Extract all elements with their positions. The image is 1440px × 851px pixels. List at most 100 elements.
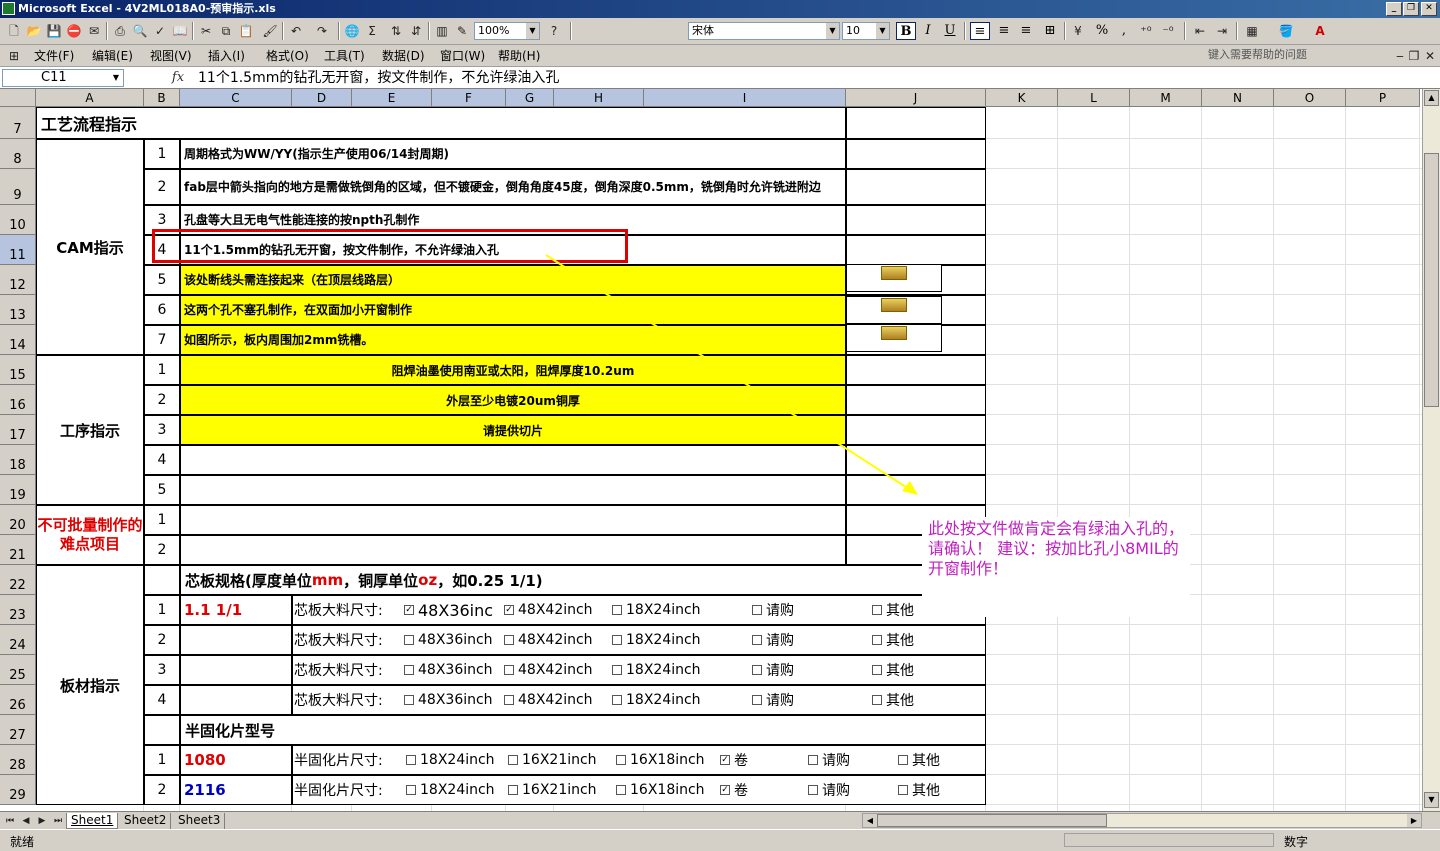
formula-input[interactable]: 11个1.5mm的钻孔无开窗，按文件制作，不允许绿油入孔 [198, 69, 559, 87]
cell-J[interactable] [846, 205, 986, 235]
process-item-text[interactable] [180, 475, 846, 505]
cam-item-number[interactable]: 2 [144, 169, 180, 205]
checkbox-icon[interactable] [406, 755, 416, 765]
new-icon[interactable]: 🗋 [6, 23, 22, 39]
cam-item-text[interactable]: fab层中箭头指向的地方是需做铣倒角的区域，但不镀硬金，倒角角度45度，倒角深度… [180, 169, 846, 205]
column-header-M[interactable]: M [1130, 89, 1202, 107]
prev-sheet-icon[interactable]: ◀ [18, 813, 34, 829]
column-header-A[interactable]: A [36, 89, 144, 107]
option-checkbox[interactable]: 48X36inch [404, 655, 493, 685]
checkbox-icon[interactable] [872, 695, 882, 705]
option-checkbox[interactable]: 请购 [752, 655, 794, 685]
column-header-F[interactable]: F [432, 89, 506, 107]
column-header-O[interactable]: O [1274, 89, 1346, 107]
option-checkbox[interactable]: 请购 [752, 625, 794, 655]
scroll-down-icon[interactable]: ▼ [1424, 792, 1439, 808]
select-all-corner[interactable] [0, 89, 36, 107]
option-checkbox[interactable]: 48X36inch [404, 685, 493, 715]
row-header-26[interactable]: 26 [0, 685, 36, 715]
process-item-text[interactable]: 阻焊油墨使用南亚或太阳，阻焊厚度10.2um [180, 355, 846, 385]
process-item-number[interactable]: 3 [144, 415, 180, 445]
checkbox-icon[interactable]: ✓ [404, 605, 414, 615]
column-header-I[interactable]: I [644, 89, 846, 107]
checkbox-icon[interactable] [808, 755, 818, 765]
cam-item-text[interactable]: 该处断线头需连接起来（在顶层线路层） [180, 265, 846, 295]
material-spec[interactable] [180, 625, 292, 655]
function-icon[interactable]: fx [168, 69, 188, 87]
pp-title[interactable]: 半固化片型号 [180, 715, 986, 745]
increase-indent-icon[interactable]: ⇥ [1214, 23, 1230, 39]
option-checkbox[interactable]: 其他 [872, 595, 914, 625]
option-checkbox[interactable]: 48X42inch [504, 625, 593, 655]
cam-item-number[interactable]: 1 [144, 139, 180, 169]
option-checkbox[interactable]: 16X21inch [508, 745, 597, 775]
row-header-27[interactable]: 27 [0, 715, 36, 745]
help-icon[interactable]: ? [546, 23, 562, 39]
open-icon[interactable]: 📂 [26, 23, 42, 39]
menu-insert[interactable]: 插入(I) [208, 48, 245, 64]
align-left-icon[interactable]: ≡ [970, 22, 990, 40]
checkbox-icon[interactable] [404, 665, 414, 675]
material-label[interactable]: 板材指示 [36, 565, 144, 805]
material-spec[interactable] [180, 685, 292, 715]
next-sheet-icon[interactable]: ▶ [34, 813, 50, 829]
row-header-25[interactable]: 25 [0, 655, 36, 685]
cam-item-text[interactable]: 周期格式为WW/YY(指示生产使用06/14封周期) [180, 139, 846, 169]
checkbox-icon[interactable] [404, 695, 414, 705]
tab-sheet3[interactable]: Sheet3 [174, 813, 226, 829]
option-checkbox[interactable]: 48X36inch [404, 625, 493, 655]
checkbox-icon[interactable] [508, 785, 518, 795]
row-header-11[interactable]: 11 [0, 235, 36, 265]
option-checkbox[interactable]: 请购 [752, 595, 794, 625]
checkbox-icon[interactable] [872, 665, 882, 675]
option-checkbox[interactable]: 16X18inch [616, 775, 705, 805]
cell-J[interactable] [846, 415, 986, 445]
embedded-object-icon[interactable] [846, 264, 942, 292]
tab-sheet2[interactable]: Sheet2 [120, 813, 172, 829]
option-checkbox[interactable]: 请购 [808, 745, 850, 775]
difficult-item-text[interactable] [180, 505, 846, 535]
option-checkbox[interactable]: 其他 [872, 625, 914, 655]
checkbox-icon[interactable] [616, 755, 626, 765]
section-header[interactable]: 工艺流程指示 [36, 107, 846, 139]
column-header-C[interactable]: C [180, 89, 292, 107]
material-item-number[interactable]: 2 [144, 775, 180, 805]
difficult-label[interactable]: 不可批量制作的难点项目 [36, 505, 144, 565]
checkbox-icon[interactable] [808, 785, 818, 795]
option-checkbox[interactable]: 48X42inch [504, 685, 593, 715]
align-right-icon[interactable]: ≡ [1016, 22, 1036, 40]
worksheet-grid[interactable]: ABCDEFGHIJKLMNOP 7 8 9 10 11 12 13 14 15 16 17 18 19… [0, 89, 1422, 811]
row-header-16[interactable]: 16 [0, 385, 36, 415]
row-header-9[interactable]: 9 [0, 169, 36, 205]
cam-label[interactable]: CAM指示 [36, 139, 144, 355]
help-search-input[interactable]: 键入需要帮助的问题 [1208, 47, 1388, 64]
option-checkbox[interactable]: ✓ 48X42inch [504, 595, 593, 625]
checkbox-icon[interactable] [612, 605, 622, 615]
last-sheet-icon[interactable]: ⏭ [50, 813, 66, 829]
cam-item-number[interactable]: 5 [144, 265, 180, 295]
cell-J[interactable] [846, 355, 986, 385]
row-header-10[interactable]: 10 [0, 205, 36, 235]
checkbox-icon[interactable] [752, 665, 762, 675]
bold-button[interactable]: B [896, 22, 916, 40]
align-center-icon[interactable]: ≡ [994, 22, 1014, 40]
row-header-23[interactable]: 23 [0, 595, 36, 625]
cam-item-text[interactable]: 如图所示，板内周围加2mm铣槽。 [180, 325, 846, 355]
option-checkbox[interactable]: 48X42inch [504, 655, 593, 685]
cell-J[interactable] [846, 445, 986, 475]
column-header-P[interactable]: P [1346, 89, 1420, 107]
option-checkbox[interactable]: 18X24inch [406, 775, 495, 805]
column-header-N[interactable]: N [1202, 89, 1274, 107]
tab-sheet1[interactable]: Sheet1 [66, 813, 119, 829]
italic-button[interactable]: I [918, 22, 938, 40]
cam-item-number[interactable]: 6 [144, 295, 180, 325]
material-item-number[interactable]: 4 [144, 685, 180, 715]
decrease-decimal-icon[interactable]: ⁻⁰ [1160, 23, 1176, 39]
row-header-19[interactable]: 19 [0, 475, 36, 505]
checkbox-icon[interactable]: ✓ [504, 605, 514, 615]
row-header-24[interactable]: 24 [0, 625, 36, 655]
checkbox-icon[interactable] [616, 785, 626, 795]
first-sheet-icon[interactable]: ⏮ [2, 813, 18, 829]
material-spec[interactable]: 1080 [180, 745, 292, 775]
menu-file[interactable]: 文件(F) [34, 48, 74, 64]
